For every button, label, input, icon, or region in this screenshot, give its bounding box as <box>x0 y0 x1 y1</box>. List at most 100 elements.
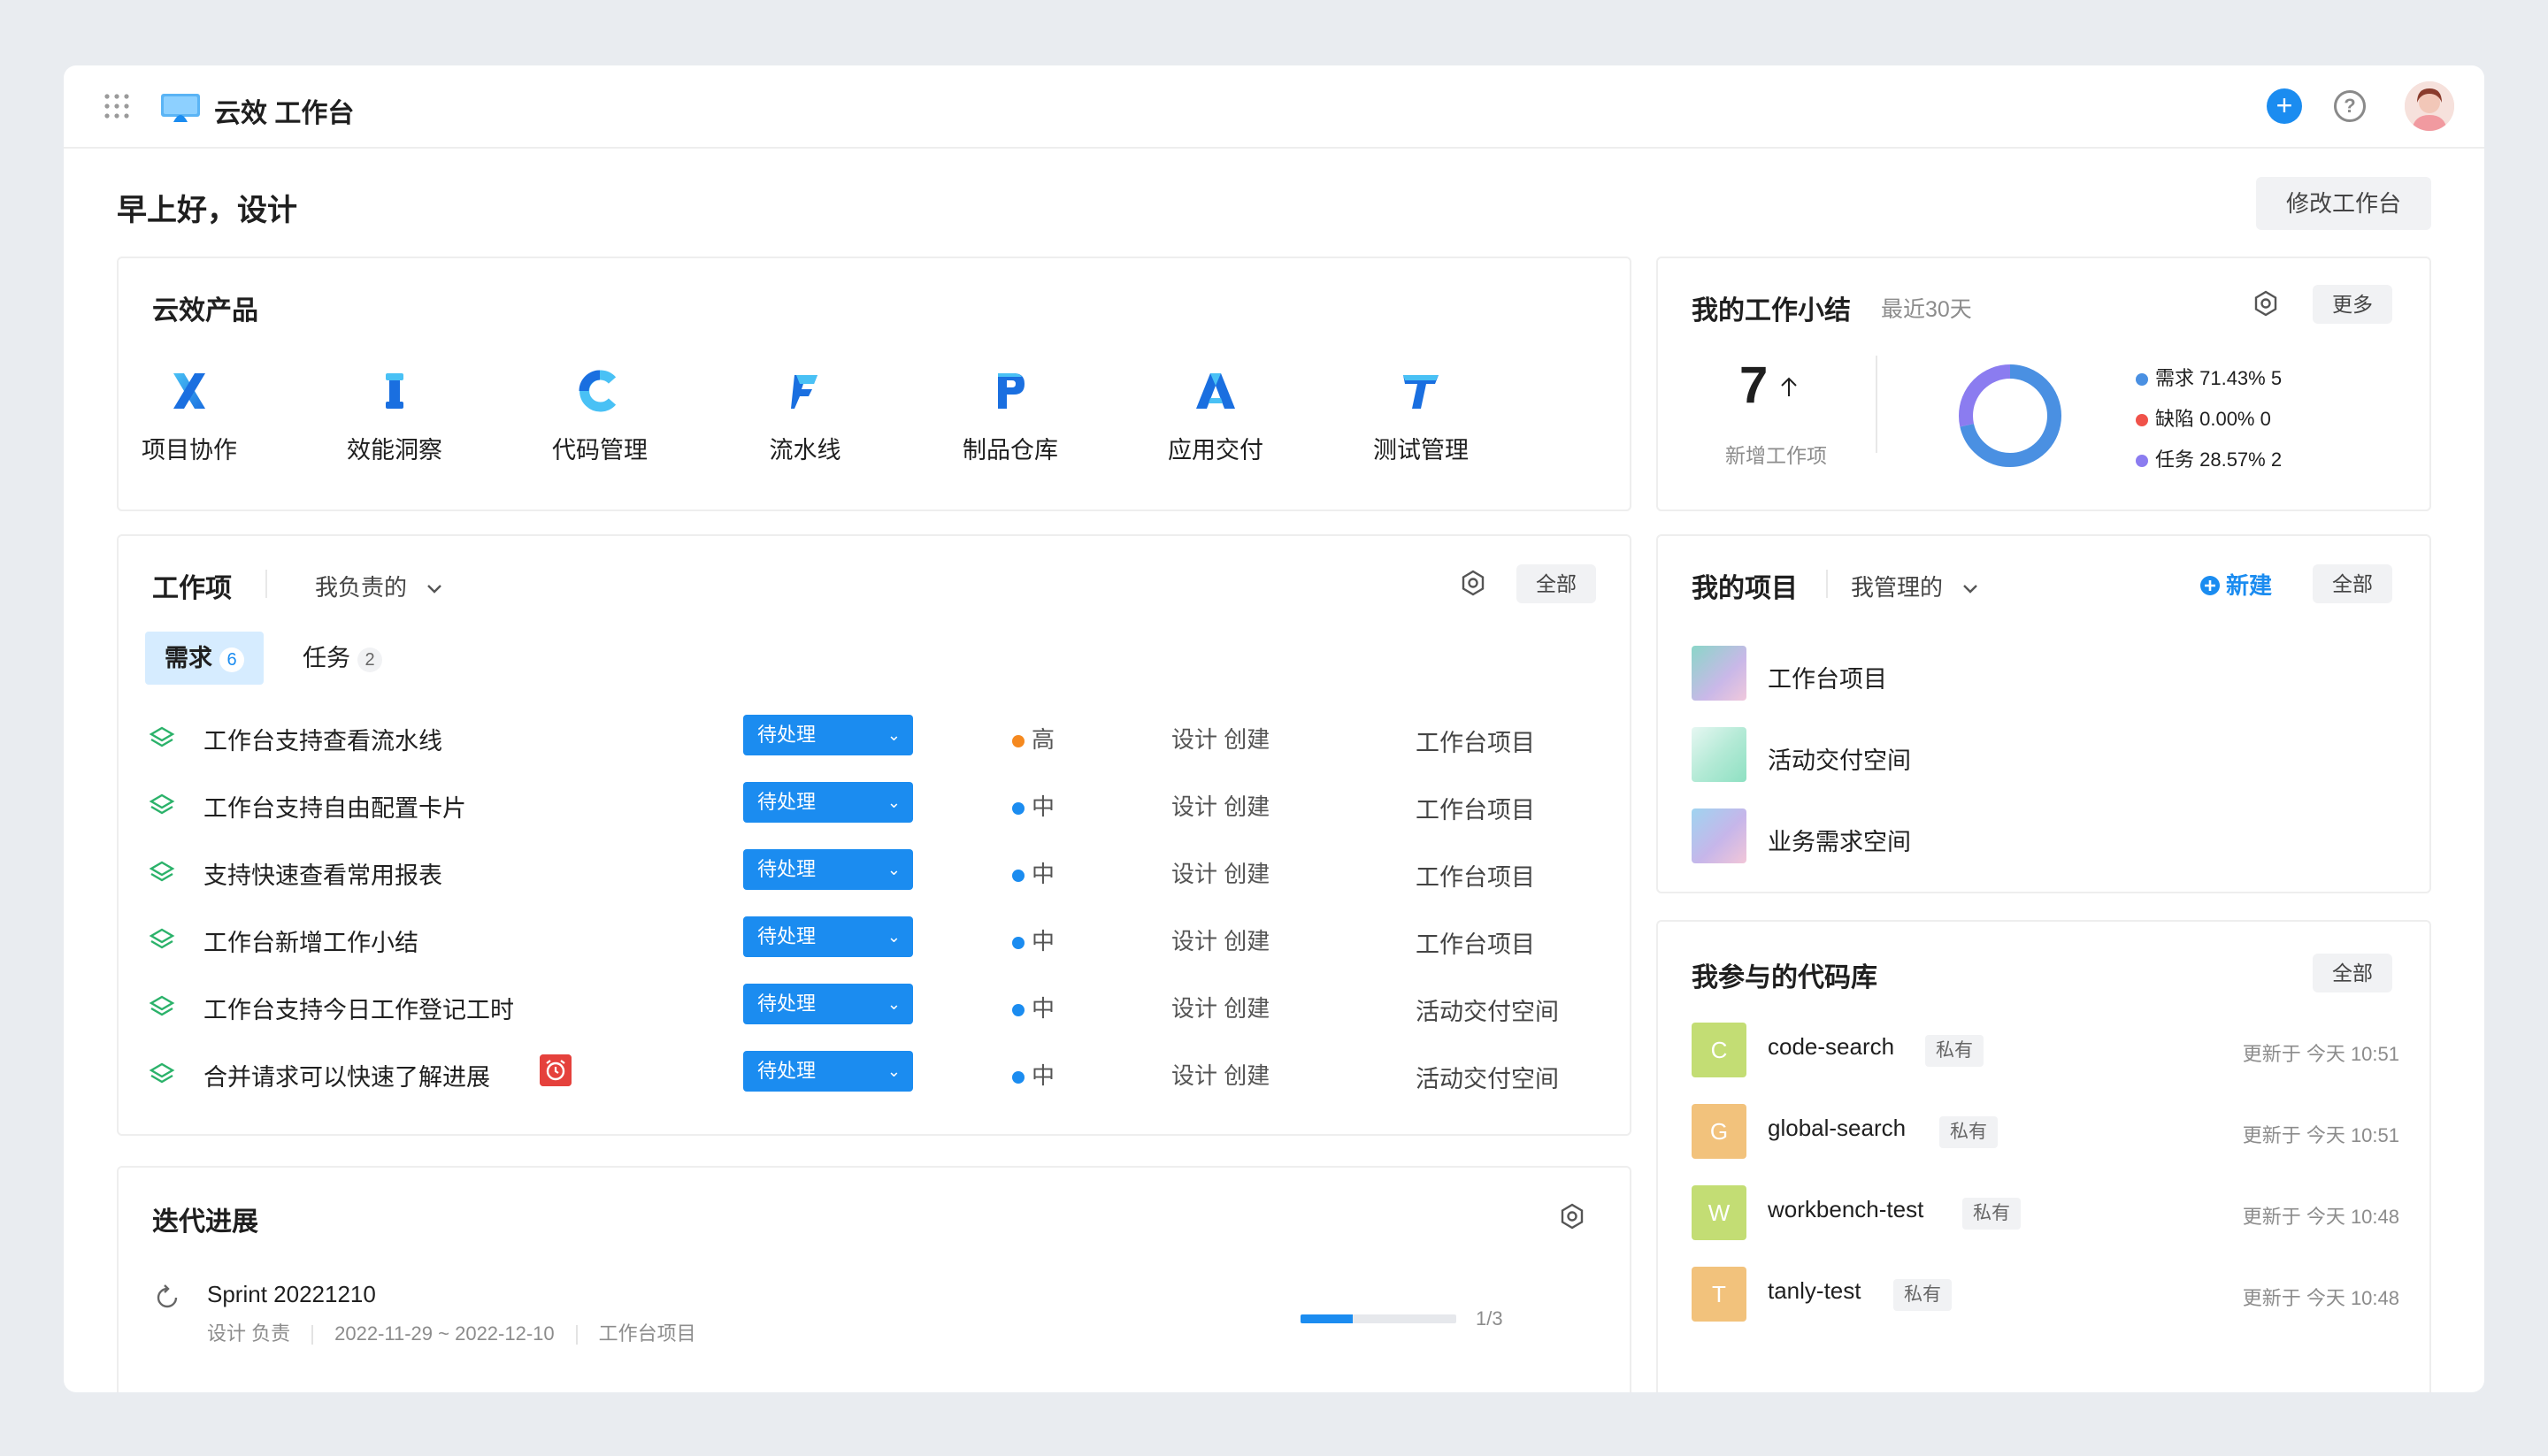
tab-label: 任务 <box>303 645 350 671</box>
repo-name[interactable]: global-search <box>1768 1115 1906 1142</box>
new-items-label: 新增工作项 <box>1725 444 1827 467</box>
sprint-name[interactable]: Sprint 20221210 <box>207 1281 376 1308</box>
priority: 中 <box>1012 923 1055 956</box>
product-insight[interactable]: 效能洞察 <box>324 364 465 465</box>
work-item-row[interactable]: 支持快速查看常用报表 待处理 ⌄ 中 设计 创建 工作台项目 <box>145 840 1605 902</box>
sprint-progress-fill <box>1301 1314 1353 1323</box>
work-item-title[interactable]: 工作台支持查看流水线 <box>203 722 442 756</box>
tab-label: 需求 <box>165 645 212 671</box>
status-dropdown[interactable]: 待处理 ⌄ <box>743 782 913 823</box>
product-flow[interactable]: 流水线 <box>734 364 876 465</box>
work-item-row[interactable]: 工作台支持今日工作登记工时 待处理 ⌄ 中 设计 创建 活动交付空间 <box>145 975 1605 1037</box>
project-item[interactable]: 活动交付空间 <box>1692 727 2311 784</box>
i-product-icon <box>386 373 403 409</box>
top-bar: 云效 工作台 + ? <box>64 65 2484 149</box>
project-name[interactable]: 活动交付空间 <box>1416 992 1559 1027</box>
tab-count-badge: 2 <box>357 647 382 672</box>
summary-settings-icon[interactable] <box>2253 290 2279 317</box>
repo-avatar: G <box>1692 1104 1746 1159</box>
creator: 设计 创建 <box>1171 928 1270 954</box>
repo-name[interactable]: workbench-test <box>1768 1196 1923 1223</box>
work-item-title[interactable]: 合并请求可以快速了解进展 <box>203 1058 490 1092</box>
summary-more-button[interactable]: 更多 <box>2313 285 2392 324</box>
work-item-row[interactable]: 工作台新增工作小结 待处理 ⌄ 中 设计 创建 工作台项目 <box>145 908 1605 969</box>
repo-avatar: T <box>1692 1267 1746 1322</box>
summary-title: 我的工作小结 <box>1692 296 1851 326</box>
product-packages[interactable]: 制品仓库 <box>940 364 1081 465</box>
work-items-card: 工作项 我负责的 全部 需求 6 任务 2 工作台支持查看流水线 待处理 ⌄ 高 设计… <box>117 534 1631 1136</box>
project-name[interactable]: 工作台项目 <box>1416 858 1535 893</box>
summary-period: 最近30天 <box>1881 297 1972 322</box>
projects-all-button[interactable]: 全部 <box>2313 564 2392 603</box>
status-dropdown[interactable]: 待处理 ⌄ <box>743 715 913 755</box>
product-codeup[interactable]: 代码管理 <box>529 364 671 465</box>
help-icon[interactable]: ? <box>2334 90 2366 122</box>
work-items-filter-dropdown[interactable]: 我负责的 <box>315 570 443 602</box>
chevron-down-icon: ⌄ <box>886 995 901 1013</box>
repo-item[interactable]: W workbench-test 私有 更新于 今天 10:48 <box>1692 1185 2399 1247</box>
work-item-row[interactable]: 工作台支持查看流水线 待处理 ⌄ 高 设计 创建 工作台项目 <box>145 706 1605 768</box>
chevron-down-icon <box>1963 585 1978 594</box>
edit-workbench-button[interactable]: 修改工作台 <box>2256 177 2431 230</box>
project-name[interactable]: 工作台项目 <box>1416 724 1535 758</box>
tab-demand[interactable]: 需求 6 <box>145 632 264 685</box>
priority: 中 <box>1012 1058 1055 1091</box>
status-label: 待处理 <box>757 1060 817 1082</box>
avatar-image <box>2405 81 2454 131</box>
work-item-title[interactable]: 工作台新增工作小结 <box>203 923 418 958</box>
project-name[interactable]: 工作台项目 <box>1416 791 1535 825</box>
f-product-icon <box>791 375 817 409</box>
legend-text: 需求 71.43% 5 <box>2155 367 2283 389</box>
product-appstack[interactable]: 应用交付 <box>1145 364 1286 465</box>
iteration-settings-icon[interactable] <box>1559 1203 1585 1230</box>
user-avatar[interactable] <box>2405 81 2454 131</box>
sprint-progress-text: 1/3 <box>1476 1307 1503 1330</box>
repos-all-button[interactable]: 全部 <box>2313 954 2392 992</box>
project-item[interactable]: 业务需求空间 <box>1692 808 2311 865</box>
app-grid-icon[interactable] <box>103 92 131 120</box>
repo-name[interactable]: tanly-test <box>1768 1277 1861 1305</box>
a-product-icon <box>1196 373 1235 409</box>
legend-dot <box>2136 414 2148 427</box>
summary-donut-chart <box>1959 364 2061 467</box>
product-project[interactable]: 项目协作 <box>119 364 260 465</box>
sprint-project: 工作台项目 <box>598 1322 696 1345</box>
priority-dot <box>1012 735 1025 748</box>
repos-title: 我参与的代码库 <box>1692 963 1877 992</box>
work-items-settings-icon[interactable] <box>1460 570 1486 596</box>
priority-dot <box>1012 870 1025 883</box>
repo-item[interactable]: C code-search 私有 更新于 今天 10:51 <box>1692 1023 2399 1084</box>
tab-task[interactable]: 任务 2 <box>283 632 402 685</box>
product-testhub[interactable]: 测试管理 <box>1350 364 1492 465</box>
status-label: 待处理 <box>757 992 817 1015</box>
status-dropdown[interactable]: 待处理 ⌄ <box>743 984 913 1024</box>
project-item[interactable]: 工作台项目 <box>1692 646 2311 702</box>
repo-item[interactable]: G global-search 私有 更新于 今天 10:51 <box>1692 1104 2399 1166</box>
status-dropdown[interactable]: 待处理 ⌄ <box>743 849 913 890</box>
project-name[interactable]: 活动交付空间 <box>1416 1060 1559 1094</box>
repo-item[interactable]: T tanly-test 私有 更新于 今天 10:48 <box>1692 1267 2399 1329</box>
status-dropdown[interactable]: 待处理 ⌄ <box>743 916 913 957</box>
repo-visibility-tag: 私有 <box>1893 1279 1952 1311</box>
project-name[interactable]: 工作台项目 <box>1416 925 1535 960</box>
product-label: 效能洞察 <box>347 437 442 464</box>
repo-updated-time: 更新于 今天 10:48 <box>2242 1206 2399 1228</box>
priority-dot <box>1012 1004 1025 1017</box>
new-project-button[interactable]: 新建 <box>2199 568 2272 601</box>
repo-name[interactable]: code-search <box>1768 1033 1894 1061</box>
work-item-row[interactable]: 合并请求可以快速了解进展 待处理 ⌄ 中 设计 创建 活动交付空间 <box>145 1042 1605 1104</box>
creator: 设计 创建 <box>1171 1062 1270 1089</box>
new-items-count: 7 <box>1739 356 1769 414</box>
legend-dot <box>2136 373 2148 387</box>
projects-filter-dropdown[interactable]: 我管理的 <box>1851 570 1979 602</box>
work-items-all-button[interactable]: 全部 <box>1516 564 1596 603</box>
work-item-row[interactable]: 工作台支持自由配置卡片 待处理 ⌄ 中 设计 创建 工作台项目 <box>145 773 1605 835</box>
work-item-title[interactable]: 支持快速查看常用报表 <box>203 856 442 891</box>
work-item-title[interactable]: 工作台支持自由配置卡片 <box>203 789 466 824</box>
legend-task: 任务 28.57% 2 <box>2136 444 2282 472</box>
demand-layers-icon <box>149 928 175 949</box>
title-divider <box>1826 570 1828 598</box>
create-button[interactable]: + <box>2267 88 2302 124</box>
work-item-title[interactable]: 工作台支持今日工作登记工时 <box>203 991 514 1025</box>
status-dropdown[interactable]: 待处理 ⌄ <box>743 1051 913 1092</box>
